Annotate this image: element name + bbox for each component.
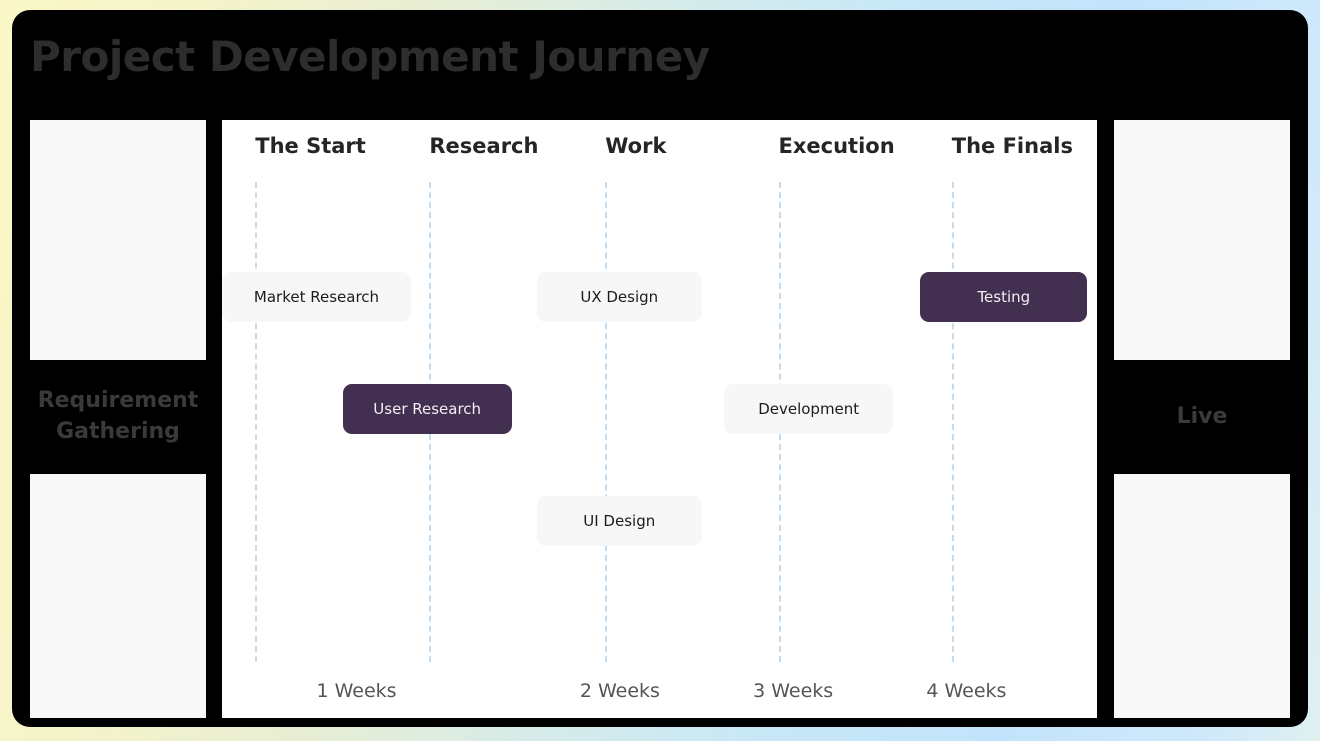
left-rail: Requirement Gathering (30, 120, 206, 718)
task-bar-1[interactable]: UX Design (537, 272, 702, 322)
task-bar-2[interactable]: Testing (920, 272, 1088, 322)
task-bar-5[interactable]: UI Design (537, 496, 702, 546)
page-title: Project Development Journey (30, 32, 710, 81)
task-bar-3[interactable]: User Research (342, 384, 512, 434)
week-label-3: 4 Weeks (926, 680, 1007, 702)
timeline-panel: The Start Research Work Execution The Finals… (222, 120, 1097, 718)
gridline-2 (605, 182, 608, 662)
right-rail-label: Live (1176, 403, 1228, 429)
left-rail-label: Requirement Gathering (37, 388, 199, 444)
week-label-1: 2 Weeks (579, 680, 660, 702)
phase-header-2: Work (605, 134, 667, 158)
gridline-0 (255, 182, 258, 662)
week-label-0: 1 Weeks (316, 680, 397, 702)
phase-header-3: Execution (778, 134, 895, 158)
week-label-2: 3 Weeks (753, 680, 834, 702)
right-rail-block-top (1114, 120, 1290, 360)
phase-header-0: The Start (255, 134, 366, 158)
phase-header-4: The Finals (951, 134, 1073, 158)
app-frame: Project Development Journey Requirement … (0, 0, 1320, 741)
gridline-4 (951, 182, 954, 662)
right-rail: Live (1114, 120, 1290, 718)
task-bar-0[interactable]: Market Research (222, 272, 411, 322)
timeline-stage: Project Development Journey Requirement … (12, 10, 1308, 727)
phase-header-1: Research (429, 134, 539, 158)
left-rail-block-bottom (30, 474, 206, 718)
left-rail-block-top (30, 120, 206, 360)
task-bar-4[interactable]: Development (724, 384, 894, 434)
right-rail-block-bottom (1114, 474, 1290, 718)
